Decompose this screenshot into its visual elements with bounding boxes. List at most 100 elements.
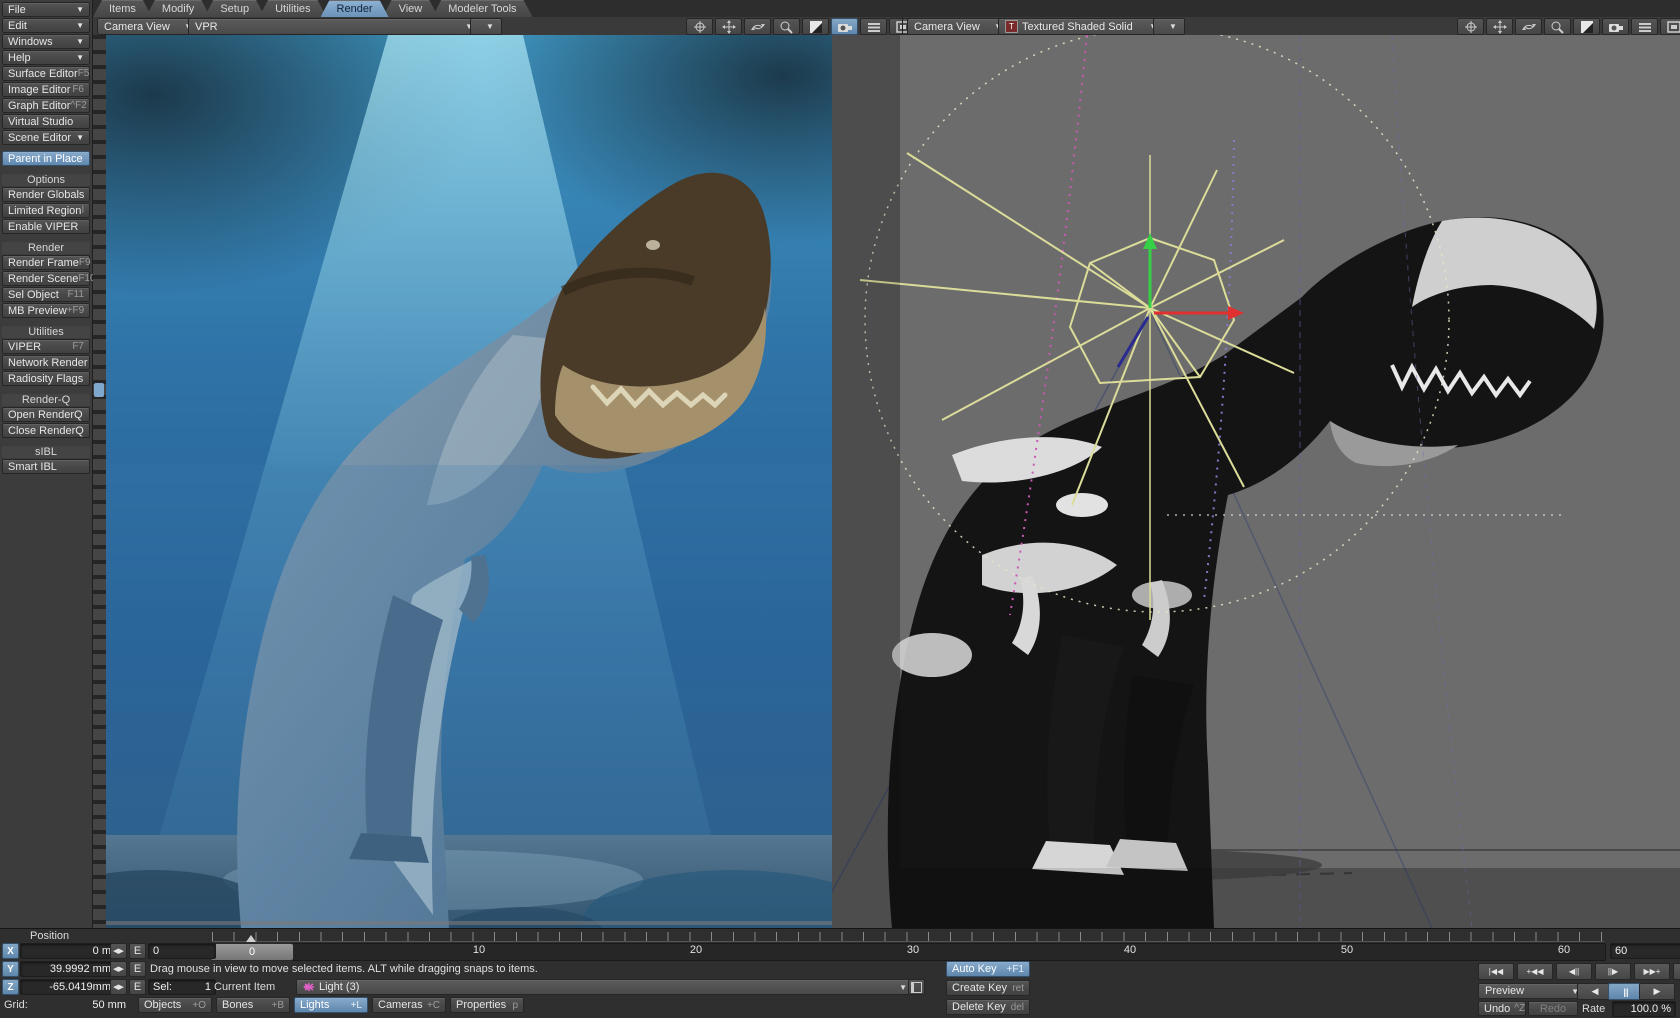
tab-render[interactable]: Render (321, 0, 389, 17)
sel-label: Sel: (153, 981, 172, 993)
item-panel-mini-button[interactable] (908, 979, 925, 995)
selection-count-field[interactable]: Sel: 1 (148, 979, 216, 995)
next-key-button[interactable]: ▶▶+ (1634, 963, 1670, 980)
end-frame-field[interactable]: 60 (1610, 943, 1680, 959)
center-icon[interactable] (1457, 18, 1484, 35)
y-stepper[interactable]: ◀▶ (110, 961, 127, 977)
zoom-icon[interactable] (773, 18, 800, 35)
y-position-field[interactable]: 39.9992 mm (20, 961, 116, 977)
tab-modify[interactable]: Modify (146, 0, 210, 17)
sidebar-item-smart-ibl[interactable]: Smart IBL (2, 459, 90, 474)
prev-frame-button[interactable]: ◀|| (1556, 963, 1592, 980)
objects-button[interactable]: Objects+O (138, 997, 212, 1013)
sidebar-item-scene-editor[interactable]: Scene Editor▼ (2, 130, 90, 145)
camera-icon[interactable] (831, 18, 858, 35)
rotate-icon[interactable] (744, 18, 771, 35)
z-stepper[interactable]: ◀▶ (110, 979, 127, 995)
auto-key-button[interactable]: Auto Key+F1 (946, 961, 1030, 977)
vpr-render-image (93, 35, 832, 928)
sidebar-item-surface-editor[interactable]: Surface EditorF5 (2, 66, 90, 81)
left-view-mode-dropdown[interactable]: Camera View▼ (97, 18, 199, 35)
sidebar-item-close-renderq[interactable]: Close RenderQ (2, 423, 90, 438)
vpr-render-viewport[interactable] (93, 35, 832, 928)
properties-button[interactable]: Propertiesp (450, 997, 524, 1013)
preview-dropdown[interactable]: Preview▼ (1478, 983, 1586, 999)
shortcut-label: F5 (78, 68, 90, 79)
menu-icon[interactable] (1631, 18, 1658, 35)
timeline-ruler[interactable] (212, 932, 1604, 942)
sidebar-item-render-scene[interactable]: Render SceneF10 (2, 271, 90, 286)
tab-setup[interactable]: Setup (204, 0, 265, 17)
center-icon[interactable] (686, 18, 713, 35)
tab-items[interactable]: Items (93, 0, 152, 17)
parent-in-place-button[interactable]: Parent in Place (2, 151, 90, 166)
x-axis-button[interactable]: X (2, 943, 19, 959)
x-envelope-button[interactable]: E (129, 943, 146, 959)
prev-key-button[interactable]: +◀◀ (1517, 963, 1553, 980)
tab-utilities[interactable]: Utilities (259, 0, 326, 17)
x-stepper[interactable]: ◀▶ (110, 943, 127, 959)
create-key-button[interactable]: Create Keyret (946, 980, 1030, 996)
right-render-mode-dropdown[interactable]: T Textured Shaded Solid▼ (998, 18, 1164, 35)
menu-windows[interactable]: Windows▼ (2, 34, 90, 49)
sidebar-item-open-renderq[interactable]: Open RenderQ (2, 407, 90, 422)
menu-file[interactable]: File▼ (2, 2, 90, 17)
right-viewport-extra-dropdown[interactable]: ▼ (1153, 18, 1185, 35)
sidebar-item-image-editor[interactable]: Image EditorF6 (2, 82, 90, 97)
z-envelope-button[interactable]: E (129, 979, 146, 995)
delete-key-button[interactable]: Delete Keydel (946, 999, 1030, 1015)
menu-label: Windows (8, 36, 53, 48)
cameras-button[interactable]: Cameras+C (372, 997, 446, 1013)
sidebar-item-graph-editor[interactable]: Graph Editor^F2 (2, 98, 90, 113)
sidebar-item-render-globals[interactable]: Render Globals (2, 187, 90, 202)
sidebar-item-virtual-studio[interactable]: Virtual Studio (2, 114, 90, 129)
sidebar-item-viper[interactable]: VIPERF7 (2, 339, 90, 354)
tab-modeler-tools[interactable]: Modeler Tools (432, 0, 532, 17)
shortcut-label: l (82, 205, 84, 216)
sidebar-item-limited-region[interactable]: Limited Regionl (2, 203, 90, 218)
left-render-mode-dropdown[interactable]: VPR▼ (188, 18, 480, 35)
fit-icon[interactable] (802, 18, 829, 35)
viewport-edge-strip (93, 35, 106, 928)
current-item-dropdown[interactable]: Light (3) ▼ (296, 979, 914, 995)
camera-icon[interactable] (1602, 18, 1629, 35)
sidebar-item-sel-object[interactable]: Sel ObjectF11 (2, 287, 90, 302)
timeline-slider-handle[interactable]: 0 (210, 943, 294, 961)
lights-button[interactable]: Lights+L (294, 997, 368, 1013)
next-frame-button[interactable]: ||▶ (1595, 963, 1631, 980)
sidebar-item-enable-viper[interactable]: Enable VIPER (2, 219, 90, 234)
play-forward-button[interactable]: ▶ (1639, 983, 1675, 1000)
move-icon[interactable] (715, 18, 742, 35)
maximize-icon[interactable] (1660, 18, 1680, 35)
chevron-down-icon: ▼ (1161, 22, 1177, 31)
viewport-bottom-scrollbar[interactable] (106, 921, 832, 925)
menu-help[interactable]: Help▼ (2, 50, 90, 65)
right-view-mode-dropdown[interactable]: Camera View▼ (907, 18, 1009, 35)
sidebar-item-radiosity-flags[interactable]: Radiosity Flags (2, 371, 90, 386)
fit-icon[interactable] (1573, 18, 1600, 35)
header-divider (902, 17, 903, 35)
y-envelope-button[interactable]: E (129, 961, 146, 977)
sidebar-item-render-frame[interactable]: Render FrameF9 (2, 255, 90, 270)
rate-field[interactable]: 100.0 % (1612, 1001, 1676, 1017)
y-axis-button[interactable]: Y (2, 961, 19, 977)
menu-edit[interactable]: Edit▼ (2, 18, 90, 33)
tab-view[interactable]: View (383, 0, 439, 17)
z-axis-button[interactable]: Z (2, 979, 19, 995)
shaded-viewport[interactable] (832, 35, 1680, 928)
z-position-field[interactable]: -65.0419mm (20, 979, 116, 995)
left-viewport-extra-dropdown[interactable]: ▼ (470, 18, 502, 35)
frame-number-field[interactable]: 0 (148, 943, 216, 959)
go-start-button[interactable]: |◀◀ (1478, 963, 1514, 980)
zoom-icon[interactable] (1544, 18, 1571, 35)
undo-button[interactable]: Undo^Z (1478, 1001, 1526, 1016)
sidebar-item-mb-preview[interactable]: MB Preview+F9 (2, 303, 90, 318)
x-position-field[interactable]: 0 m (20, 943, 116, 959)
menu-icon[interactable] (860, 18, 887, 35)
go-end-button[interactable]: ▶▶| (1673, 963, 1680, 980)
move-icon[interactable] (1486, 18, 1513, 35)
rotate-icon[interactable] (1515, 18, 1542, 35)
bones-button[interactable]: Bones+B (216, 997, 290, 1013)
sidebar-item-network-render[interactable]: Network Render (2, 355, 90, 370)
redo-button[interactable]: Redo (1528, 1001, 1578, 1016)
